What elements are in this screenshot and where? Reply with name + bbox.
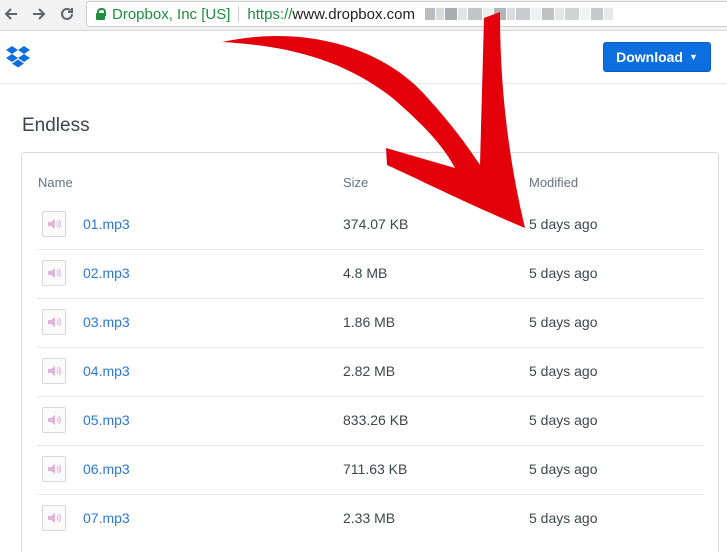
file-modified: 5 days ago — [529, 461, 598, 477]
file-size: 833.26 KB — [343, 412, 409, 428]
file-size: 2.33 MB — [343, 510, 396, 526]
table-row[interactable]: 06.mp3 711.63 KB 5 days ago — [37, 445, 704, 495]
url-scheme: https:// — [247, 5, 293, 23]
table-row[interactable]: 01.mp3 374.07 KB 5 days ago — [37, 200, 704, 250]
audio-file-icon — [42, 358, 66, 384]
forward-arrow-icon[interactable] — [28, 3, 50, 25]
browser-toolbar: Dropbox, Inc [US] https:// www.dropbox.c… — [0, 0, 727, 31]
file-name-link[interactable]: 01.mp3 — [83, 216, 130, 232]
table-row[interactable]: 07.mp3 2.33 MB 5 days ago — [37, 494, 704, 543]
table-row[interactable]: 03.mp3 1.86 MB 5 days ago — [37, 298, 704, 348]
chevron-down-icon: ▼ — [688, 52, 698, 62]
file-modified: 5 days ago — [529, 412, 598, 428]
dropbox-logo-icon[interactable] — [5, 45, 31, 69]
file-modified: 5 days ago — [529, 314, 598, 330]
folder-title: Endless — [22, 115, 90, 136]
url-host: www.dropbox.com — [292, 5, 415, 23]
audio-file-icon — [42, 407, 66, 433]
column-header-size[interactable]: Size — [343, 175, 368, 190]
file-modified: 5 days ago — [529, 510, 598, 526]
download-button[interactable]: Download ▼ — [603, 42, 711, 72]
file-size: 1.86 MB — [343, 314, 396, 330]
file-size: 2.82 MB — [343, 363, 396, 379]
file-name-link[interactable]: 07.mp3 — [83, 510, 130, 526]
column-header-modified[interactable]: Modified — [529, 175, 578, 190]
download-label: Download — [616, 49, 683, 65]
file-name-link[interactable]: 04.mp3 — [83, 363, 130, 379]
audio-file-icon — [42, 309, 66, 335]
redacted-url — [424, 8, 614, 20]
file-size: 711.63 KB — [343, 461, 408, 477]
column-header-name[interactable]: Name — [38, 175, 73, 190]
file-size: 4.8 MB — [343, 265, 388, 281]
audio-file-icon — [42, 211, 66, 237]
table-row[interactable]: 02.mp3 4.8 MB 5 days ago — [37, 249, 704, 299]
reload-icon[interactable] — [56, 3, 78, 25]
address-bar[interactable]: Dropbox, Inc [US] https:// www.dropbox.c… — [86, 1, 727, 27]
file-name-link[interactable]: 05.mp3 — [83, 412, 130, 428]
file-modified: 5 days ago — [529, 265, 598, 281]
file-name-link[interactable]: 02.mp3 — [83, 265, 130, 281]
site-organization: Dropbox, Inc [US] — [112, 5, 231, 23]
file-name-link[interactable]: 03.mp3 — [83, 314, 130, 330]
lock-icon — [96, 8, 106, 20]
file-modified: 5 days ago — [529, 216, 598, 232]
audio-file-icon — [42, 260, 66, 286]
back-arrow-icon[interactable] — [0, 3, 22, 25]
file-modified: 5 days ago — [529, 363, 598, 379]
table-row[interactable]: 04.mp3 2.82 MB 5 days ago — [37, 347, 704, 397]
address-divider — [238, 6, 240, 22]
table-row[interactable]: 05.mp3 833.26 KB 5 days ago — [37, 396, 704, 446]
file-size: 374.07 KB — [343, 216, 409, 232]
audio-file-icon — [42, 456, 66, 482]
audio-file-icon — [42, 505, 66, 531]
file-name-link[interactable]: 06.mp3 — [83, 461, 130, 477]
